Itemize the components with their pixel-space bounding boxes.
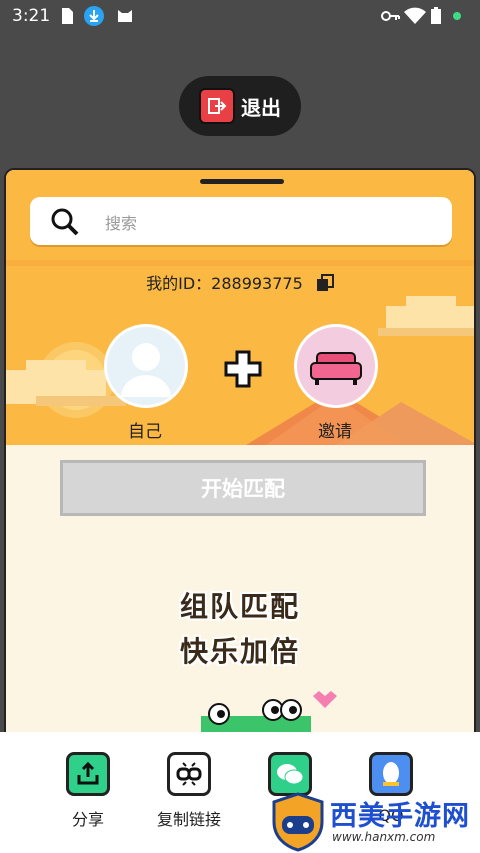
start-match-button[interactable]: 开始匹配 (60, 460, 426, 516)
share-label: 分享 (71, 810, 104, 829)
watermark-title: 西美手游网 (330, 801, 470, 832)
watermark-url: www.hanxm.com (332, 830, 436, 844)
wifi-icon (404, 7, 426, 24)
key-icon (381, 11, 400, 21)
my-id-value: 288993775 (211, 274, 303, 293)
copy-id-icon[interactable] (316, 273, 334, 296)
sheet-drag-handle[interactable] (200, 179, 284, 184)
search-placeholder: 搜索 (105, 214, 138, 233)
exit-icon (199, 88, 235, 124)
frog-mascot-icon (201, 691, 337, 734)
plus-icon (224, 350, 262, 388)
status-time: 3:21 (12, 6, 51, 26)
battery-icon (431, 7, 441, 24)
slogan-line-1: 组队匹配 (179, 590, 300, 623)
copy-link-button[interactable]: 复制链接 (134, 752, 244, 830)
search-icon (51, 208, 79, 236)
sofa-icon (310, 352, 362, 385)
my-id-label: 我的ID： (146, 274, 212, 293)
exit-label: 退出 (241, 95, 281, 120)
link-icon (167, 752, 211, 796)
user-silhouette-icon (121, 343, 171, 397)
my-id-row: 我的ID：288993775 (6, 270, 474, 296)
self-avatar (104, 324, 188, 408)
self-label: 自己 (128, 422, 162, 442)
invite-label: 邀请 (318, 422, 352, 442)
site-watermark: 西美手游网 www.hanxm.com (270, 790, 480, 853)
share-icon (66, 752, 110, 796)
copy-link-label: 复制链接 (156, 810, 221, 829)
search-bar[interactable]: 搜索 (30, 197, 452, 245)
slogan-line-2: 快乐加倍 (179, 635, 300, 668)
share-button[interactable]: 分享 (33, 752, 143, 830)
invite-avatar-button[interactable] (294, 324, 378, 408)
gamepad-shield-logo (272, 792, 324, 852)
exit-button[interactable]: 退出 (179, 76, 301, 136)
sim-card-icon (62, 8, 73, 24)
recording-dot-icon (453, 12, 461, 20)
status-bar: 3:21 (0, 0, 480, 32)
cat-icon (118, 10, 132, 22)
download-icon (84, 6, 104, 26)
